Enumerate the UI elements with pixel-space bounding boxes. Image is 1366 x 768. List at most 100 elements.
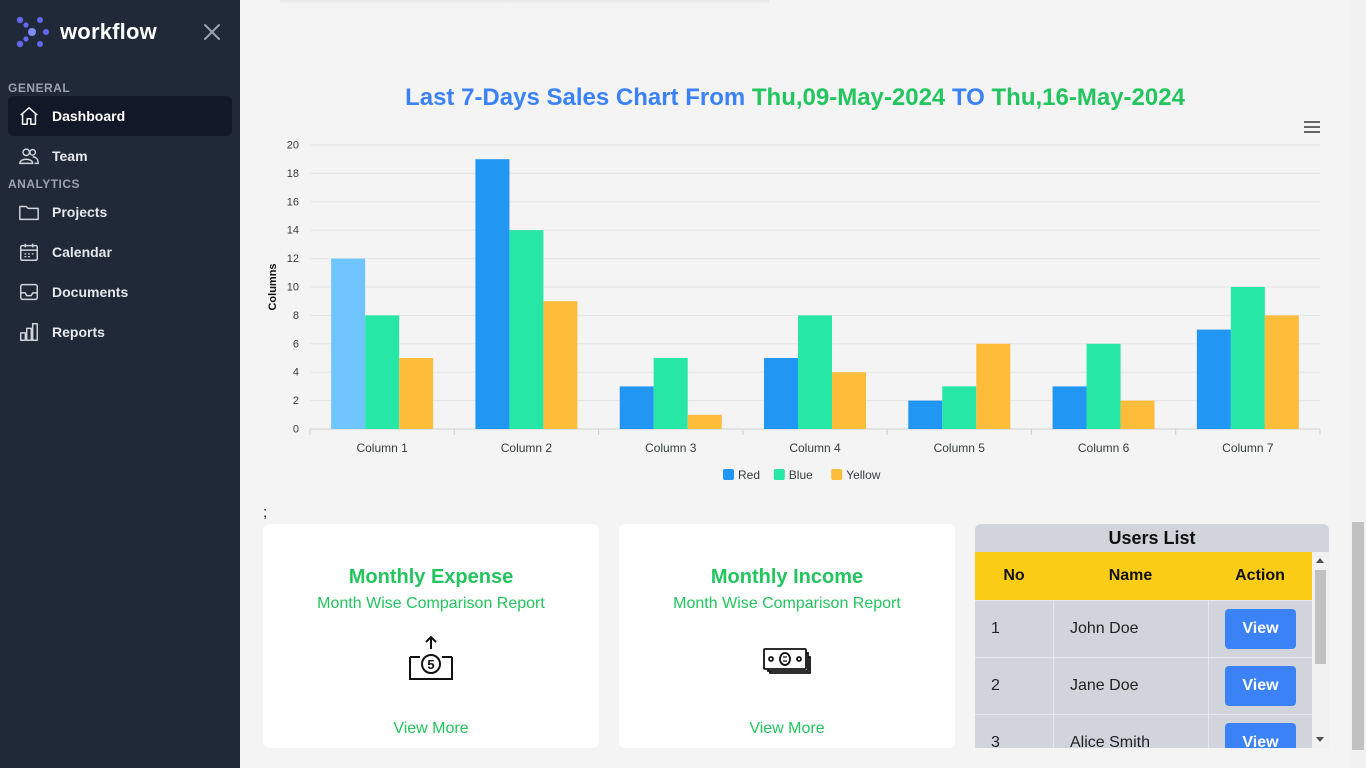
sidebar-item-label: Calendar: [52, 244, 112, 260]
y-tick-label: 4: [293, 367, 299, 379]
view-button[interactable]: View: [1225, 666, 1296, 706]
view-button[interactable]: View: [1225, 609, 1296, 649]
y-tick-label: 16: [287, 196, 299, 208]
sidebar-item-team[interactable]: Team: [8, 136, 232, 176]
calendar-icon: [20, 243, 38, 261]
card-subtitle: Month Wise Comparison Report: [673, 595, 901, 612]
sidebar-item-reports[interactable]: Reports: [8, 312, 232, 352]
users-table: No Name Action 1 John Doe View 2 Jane Do…: [975, 552, 1312, 748]
table-row: 3 Alice Smith View: [975, 714, 1312, 748]
y-tick-label: 10: [287, 282, 299, 294]
brand[interactable]: workflow: [16, 16, 157, 48]
row-action-cell: View: [1208, 715, 1312, 748]
y-tick-label: 6: [293, 338, 299, 350]
sidebar-item-label: Team: [52, 148, 88, 164]
sidebar-item-label: Dashboard: [52, 108, 126, 124]
users-list-scrollbar[interactable]: [1312, 552, 1329, 748]
y-tick-label: 18: [287, 168, 299, 180]
sidebar-item-calendar[interactable]: Calendar: [8, 232, 232, 272]
x-tick-label: Column 2: [501, 441, 553, 455]
column-header-action: Action: [1235, 567, 1285, 584]
bar: [976, 343, 1011, 429]
scrollbar-thumb[interactable]: [1315, 570, 1326, 664]
sales-bar-chart: 0 2 4 6 8 10 12 14 16 18 20 Columns Column 1 Column 2…: [267, 140, 1321, 482]
sidebar-item-documents[interactable]: Documents: [8, 272, 232, 312]
y-tick-label: 2: [293, 395, 299, 407]
sidebar-item-label: Documents: [52, 284, 129, 300]
home-icon: [20, 107, 38, 125]
bar: [1196, 329, 1231, 429]
sidebar-item-label: Reports: [52, 324, 105, 340]
x-tick-label: Column 6: [1078, 441, 1130, 455]
sidebar-item-projects[interactable]: Projects: [8, 192, 232, 232]
bar: [619, 386, 654, 429]
table-row: 2 Jane Doe View: [975, 657, 1312, 714]
bar: [365, 315, 400, 429]
row-action-cell: View: [1208, 601, 1312, 657]
bar: [1230, 287, 1265, 429]
page-scrollbar-thumb[interactable]: [1352, 522, 1364, 750]
view-more-link[interactable]: View More: [619, 720, 955, 738]
bar: [1052, 386, 1087, 429]
scroll-up-icon[interactable]: [1316, 558, 1324, 563]
bar: [1120, 400, 1155, 429]
section-title-analytics: ANALYTICS: [8, 177, 81, 191]
bar: [475, 159, 510, 429]
bar: [331, 258, 366, 429]
main-content: Last 7-Days Sales Chart From Thu,09-May-…: [240, 0, 1350, 768]
bar: [653, 358, 688, 429]
view-button[interactable]: View: [1225, 723, 1296, 748]
row-action-cell: View: [1208, 658, 1312, 714]
card-title: Monthly Expense: [348, 566, 514, 588]
chart-title-prefix: Last 7-Days Sales Chart From: [405, 84, 752, 111]
view-more-link[interactable]: View More: [263, 720, 599, 738]
legend-label: Yellow: [846, 468, 881, 482]
table-row: 1 John Doe View: [975, 600, 1312, 657]
row-name: John Doe: [1053, 601, 1208, 657]
stray-text: ;: [263, 504, 268, 521]
sidebar-item-dashboard[interactable]: Dashboard: [8, 96, 232, 136]
chart-title: Last 7-Days Sales Chart From Thu,09-May-…: [240, 84, 1350, 112]
y-tick-label: 14: [287, 225, 299, 237]
column-header-no: No: [1003, 567, 1025, 584]
coin-out-of-box-icon: 5: [409, 635, 453, 680]
bar: [832, 372, 866, 429]
svg-text:5: 5: [427, 657, 434, 672]
y-axis-label: Columns: [267, 263, 279, 310]
legend-label: Blue: [789, 468, 813, 482]
card-title: Monthly Income: [710, 566, 864, 588]
chart-title-to: Thu,16-May-2024: [991, 84, 1185, 111]
bar: [543, 301, 578, 429]
bar: [798, 315, 832, 429]
x-tick-label: Column 7: [1222, 441, 1274, 455]
table-header: No Name Action: [975, 552, 1312, 600]
close-icon[interactable]: [200, 20, 224, 44]
chart-title-to-word: TO: [945, 84, 992, 111]
page-scrollbar[interactable]: [1350, 0, 1366, 768]
bar: [1086, 343, 1121, 429]
row-name: Alice Smith: [1053, 715, 1208, 748]
y-tick-label: 12: [287, 253, 299, 265]
bar: [687, 414, 722, 429]
y-tick-label: 0: [293, 424, 299, 436]
bar: [942, 386, 977, 429]
top-shadow: [280, 0, 770, 4]
workflow-logo-icon: [16, 16, 49, 48]
row-no: 3: [991, 734, 1000, 748]
legend-marker: [723, 469, 734, 480]
bar: [399, 358, 434, 429]
folder-icon: [19, 205, 39, 221]
bar: [908, 400, 943, 429]
scroll-down-icon[interactable]: [1316, 737, 1324, 742]
sidebar-item-label: Projects: [52, 204, 108, 220]
users-icon: [19, 148, 39, 165]
bar: [764, 358, 798, 429]
row-name: Jane Doe: [1053, 658, 1208, 714]
monthly-expense-card: Monthly Expense Month Wise Comparison Re…: [263, 524, 599, 748]
y-tick-label: 8: [293, 310, 299, 322]
x-tick-label: Column 1: [356, 441, 408, 455]
legend-label: Red: [738, 468, 760, 482]
bar: [509, 230, 544, 429]
legend-marker: [831, 469, 843, 480]
bar: [1264, 315, 1299, 429]
